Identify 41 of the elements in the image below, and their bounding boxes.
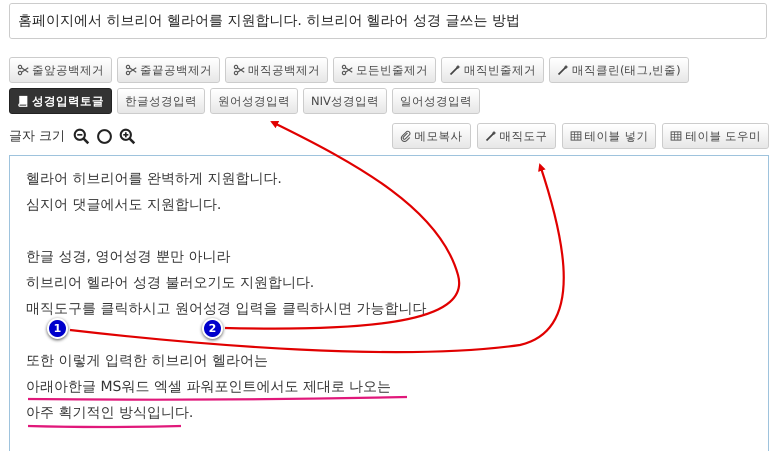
cleanup-button[interactable]: 모든빈줄제거 <box>333 57 436 83</box>
table-icon <box>570 130 582 142</box>
number-badge: 1 <box>47 318 68 339</box>
editor-line: 매직도구를 클릭하시고 원어성경 입력을 클릭하시면 가능합니다 <box>26 300 426 318</box>
tool-button[interactable]: 메모복사 <box>392 123 471 149</box>
tool-button[interactable]: 테이블 도우미 <box>662 123 769 149</box>
scissors-icon <box>233 64 245 76</box>
wand-icon <box>557 64 569 76</box>
scissors-icon <box>17 64 29 76</box>
cleanup-button[interactable]: 줄끝공백제거 <box>117 57 220 83</box>
cleanup-button[interactable]: 줄앞공백제거 <box>9 57 112 83</box>
bible-input-button[interactable]: 성경입력토글 <box>9 88 112 114</box>
cleanup-button[interactable]: 매직클린(태그,빈줄) <box>549 57 689 83</box>
table-icon <box>670 130 682 142</box>
paperclip-icon <box>400 130 412 142</box>
editor-line: 아래아한글 MS워드 엑셀 파워포인트에서도 제대로 나오는 <box>26 378 392 396</box>
cleanup-button[interactable]: 매직공백제거 <box>225 57 328 83</box>
scissors-icon <box>125 64 137 76</box>
scissors-icon <box>341 64 353 76</box>
zoom-out-icon[interactable] <box>73 128 90 144</box>
bible-input-button[interactable]: 원어성경입력 <box>210 88 298 114</box>
title-field[interactable]: 홈페이지에서 히브리어 헬라어를 지원합니다. 히브리어 헬라어 성경 글쓰는 방법 <box>9 3 767 39</box>
editor-line: 헬라어 히브리어를 완벽하게 지원합니다. <box>26 170 282 188</box>
bible-input-button[interactable]: NIV성경입력 <box>303 88 387 114</box>
editor-line: 심지어 댓글에서도 지원합니다. <box>26 196 222 214</box>
zoom-in-icon[interactable] <box>119 128 136 144</box>
bible-input-button[interactable]: 일어성경입력 <box>392 88 480 114</box>
tool-button[interactable]: 테이블 넣기 <box>562 123 656 149</box>
book-icon <box>17 95 29 107</box>
editor-line: 히브리어 헬라어 성경 불러오기도 지원합니다. <box>26 274 314 292</box>
bible-input-button[interactable]: 한글성경입력 <box>117 88 205 114</box>
reset-size-icon[interactable] <box>96 128 114 144</box>
cleanup-button[interactable]: 매직빈줄제거 <box>441 57 544 83</box>
wand-icon <box>484 130 497 142</box>
tool-button[interactable]: 매직도구 <box>476 123 556 149</box>
editor-line: 한글 성경, 영어성경 뿐만 아니라 <box>26 248 230 266</box>
wand-icon <box>449 64 461 76</box>
editor-line: 또한 이렇게 입력한 히브리어 헬라어는 <box>26 352 268 370</box>
font-size-label: 글자 크기 <box>9 128 66 145</box>
number-badge: 2 <box>202 318 223 339</box>
editor-line: 아주 획기적인 방식입니다. <box>26 404 194 422</box>
